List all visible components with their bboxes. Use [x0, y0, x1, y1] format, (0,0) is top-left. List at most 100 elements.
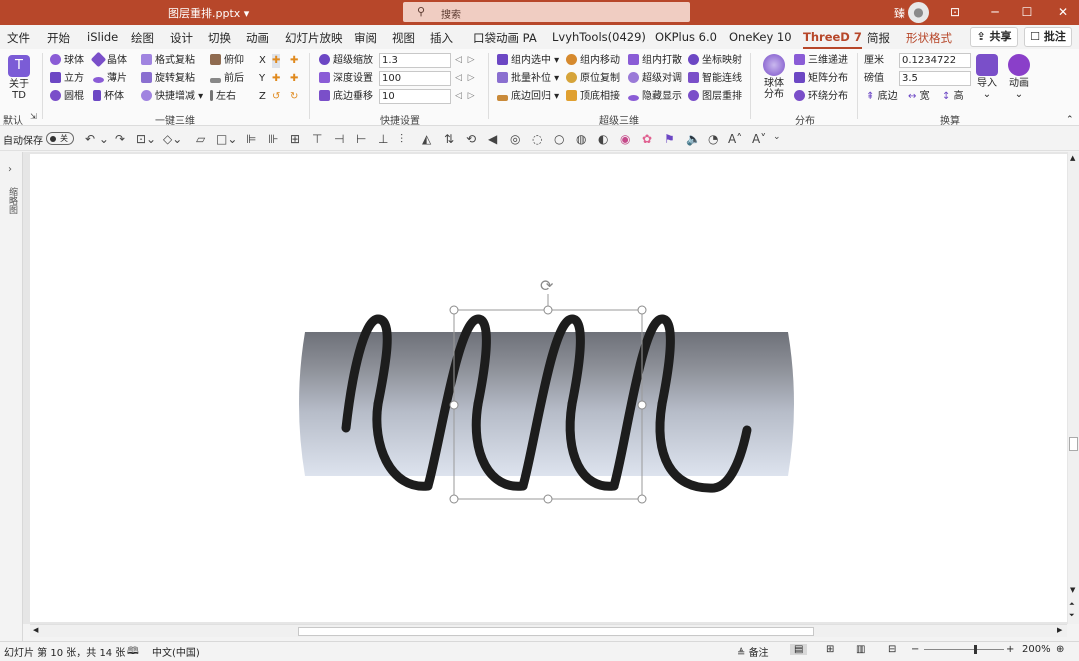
expand-thumbnails-icon[interactable]: › — [8, 164, 12, 175]
scroll-right-icon[interactable]: ▶ — [1057, 626, 1062, 634]
flip-h-icon[interactable]: ◭ — [422, 132, 431, 146]
z-rotate-right-icon[interactable]: ↻ — [290, 90, 298, 104]
subtract-icon[interactable]: ◉ — [620, 132, 630, 146]
ribbon-display-icon[interactable]: ⊡ — [940, 0, 970, 25]
hide-show-button[interactable]: 隐藏显示 — [628, 90, 682, 104]
union-icon[interactable]: ◌ — [532, 132, 542, 146]
comment-button[interactable]: ☐ 批注 — [1024, 27, 1072, 47]
vertical-scrollbar[interactable]: ▲ ▼ ⏶ ⏷ — [1068, 152, 1079, 624]
fragment-icon[interactable]: ◍ — [576, 132, 586, 146]
surround-distribution-button[interactable]: 环绕分布 — [794, 90, 848, 104]
zoom-out-button[interactable]: − — [911, 644, 919, 655]
in-place-copy-button[interactable]: 原位复制 — [566, 72, 620, 86]
reading-view-icon[interactable]: ▥ — [856, 644, 865, 655]
tab-pocket-animation[interactable]: 口袋动画 PA — [473, 30, 537, 46]
distribute-v-icon[interactable]: ⫶ — [400, 132, 403, 147]
accessibility-icon[interactable]: 🕮 — [127, 644, 139, 661]
shapes-icon[interactable]: ◇⌄ — [163, 132, 182, 146]
next-slide-icon[interactable]: ⏷ — [1069, 611, 1075, 620]
height-button[interactable]: ↕ 高 — [942, 90, 964, 104]
coord-map-button[interactable]: 坐标映射 — [688, 54, 742, 68]
tab-slideshow[interactable]: 幻灯片放映 — [285, 30, 343, 46]
distribute-h-icon[interactable]: ⊞ — [290, 132, 300, 146]
align-right-icon[interactable]: ⊢ — [356, 132, 366, 146]
autosave-toggle[interactable]: 关 — [46, 132, 74, 145]
audio-icon[interactable]: 🔈 — [686, 132, 701, 146]
tab-okplus[interactable]: OKPlus 6.0 — [655, 30, 717, 44]
shape-outline-icon[interactable]: ▱ — [196, 132, 205, 146]
search-box[interactable]: ⚲ 搜索 — [403, 2, 690, 22]
top-bottom-join-button[interactable]: 顶底相接 — [566, 90, 620, 104]
zoom-slider[interactable] — [924, 649, 1004, 650]
plugin-a-icon[interactable]: ✿ — [642, 132, 652, 146]
maximize-button[interactable]: ☐ — [1012, 0, 1042, 25]
cylinder-shape[interactable] — [299, 332, 794, 476]
share-button[interactable]: ⇪ 共享 — [970, 27, 1018, 47]
close-button[interactable]: ✕ — [1048, 0, 1078, 25]
prev-slide-icon[interactable]: ⏶ — [1069, 600, 1075, 609]
y-plus-icon[interactable]: ✚ — [272, 72, 280, 86]
group-break-button[interactable]: 组内打散 — [628, 54, 682, 68]
font-grow-icon[interactable]: A˄ — [728, 132, 742, 146]
intersect-icon[interactable]: ◐ — [598, 132, 608, 146]
cup-button[interactable]: 杯体 — [93, 90, 124, 104]
tab-lvyhtools[interactable]: LvyhTools(0429) — [552, 30, 646, 44]
super-swap-button[interactable]: 超级对调 — [628, 72, 682, 86]
customize-qat-icon[interactable]: ⌄ — [773, 132, 781, 142]
tab-file[interactable]: 文件 — [7, 30, 30, 46]
rotate-icon[interactable]: ⟲ — [466, 132, 476, 146]
z-rotate-left-icon[interactable]: ↺ — [272, 90, 280, 104]
slice-button[interactable]: 薄片 — [93, 72, 127, 86]
normal-view-icon[interactable]: ▤ — [790, 644, 808, 655]
rectangle-icon[interactable]: □⌄ — [216, 132, 237, 146]
tab-view[interactable]: 视图 — [392, 30, 415, 46]
slideshow-icon[interactable]: ⊟ — [888, 644, 896, 655]
scroll-up-icon[interactable]: ▲ — [1070, 154, 1075, 162]
x-minus-icon[interactable]: ✚ — [290, 54, 298, 68]
crystal-button[interactable]: 晶体 — [90, 51, 127, 68]
avatar-icon[interactable]: ● — [908, 2, 929, 23]
align-middle-icon[interactable]: ⊣ — [334, 132, 344, 146]
user-name[interactable]: 臻 — [894, 5, 905, 21]
tab-animations[interactable]: 动画 — [246, 30, 269, 46]
tab-shape-format[interactable]: 形状格式 — [906, 30, 952, 46]
cube-button[interactable]: 立方 — [50, 72, 84, 86]
file-name[interactable]: 图层重排.pptx ▾ — [168, 5, 249, 21]
tab-islide[interactable]: iSlide — [87, 30, 118, 44]
matrix-distribution-button[interactable]: 矩阵分布 — [794, 72, 848, 86]
3d-progression-button[interactable]: 三维递进 — [794, 54, 848, 68]
cm-input[interactable]: 0.1234722 — [899, 53, 971, 68]
plugin-b-icon[interactable]: ⚑ — [664, 132, 675, 146]
send-back-icon[interactable]: ◀ — [488, 132, 497, 146]
zoom-stepper[interactable]: ◁ ▷ — [455, 55, 475, 65]
tab-insert[interactable]: 插入 — [430, 30, 453, 46]
depth-setting-input[interactable]: 100 — [379, 71, 451, 86]
tab-brief[interactable]: 简报 — [867, 30, 890, 46]
layer-reorder-button[interactable]: 图层重排 — [688, 90, 742, 104]
zoom-level[interactable]: 200% — [1022, 644, 1051, 655]
format-copy-paste-button[interactable]: 格式复粘 — [141, 54, 195, 68]
align-center-icon[interactable]: ⊪ — [268, 132, 278, 146]
group-select-button[interactable]: 组内选中 ▾ — [497, 54, 559, 68]
fit-to-window-icon[interactable]: ⊕ — [1056, 644, 1064, 655]
left-right-button[interactable]: 左右 — [210, 90, 236, 104]
minimize-button[interactable]: ─ — [980, 0, 1010, 25]
group-move-button[interactable]: 组内移动 — [566, 54, 620, 68]
vertical-scroll-thumb[interactable] — [1069, 437, 1078, 451]
flip-v-icon[interactable]: ⇅ — [444, 132, 454, 146]
combine-icon[interactable]: ○ — [554, 132, 564, 146]
tab-threed[interactable]: ThreeD 7 — [803, 30, 862, 49]
batch-fill-button[interactable]: 批量补位 ▾ — [497, 72, 559, 86]
merge-shapes-icon[interactable]: ◎ — [510, 132, 520, 146]
bottom-return-button[interactable]: 底边回归 ▾ — [497, 90, 559, 104]
width-button[interactable]: ↔ 宽 — [908, 90, 930, 104]
pitch-button[interactable]: 俯仰 — [210, 54, 244, 68]
animation-button[interactable]: 动画 ⌄ — [1006, 54, 1032, 100]
quick-adjust-button[interactable]: 快捷增减 ▾ — [141, 90, 203, 104]
textbox-icon[interactable]: ⊡⌄ — [136, 132, 156, 146]
dialog-launcher-icon[interactable]: ⇲ — [30, 112, 37, 121]
font-shrink-icon[interactable]: A˅ — [752, 132, 766, 146]
x-plus-icon[interactable]: ✚ — [272, 54, 281, 68]
import-button[interactable]: 导入 ⌄ — [974, 54, 1000, 100]
redo-icon[interactable]: ↷ — [115, 132, 125, 146]
